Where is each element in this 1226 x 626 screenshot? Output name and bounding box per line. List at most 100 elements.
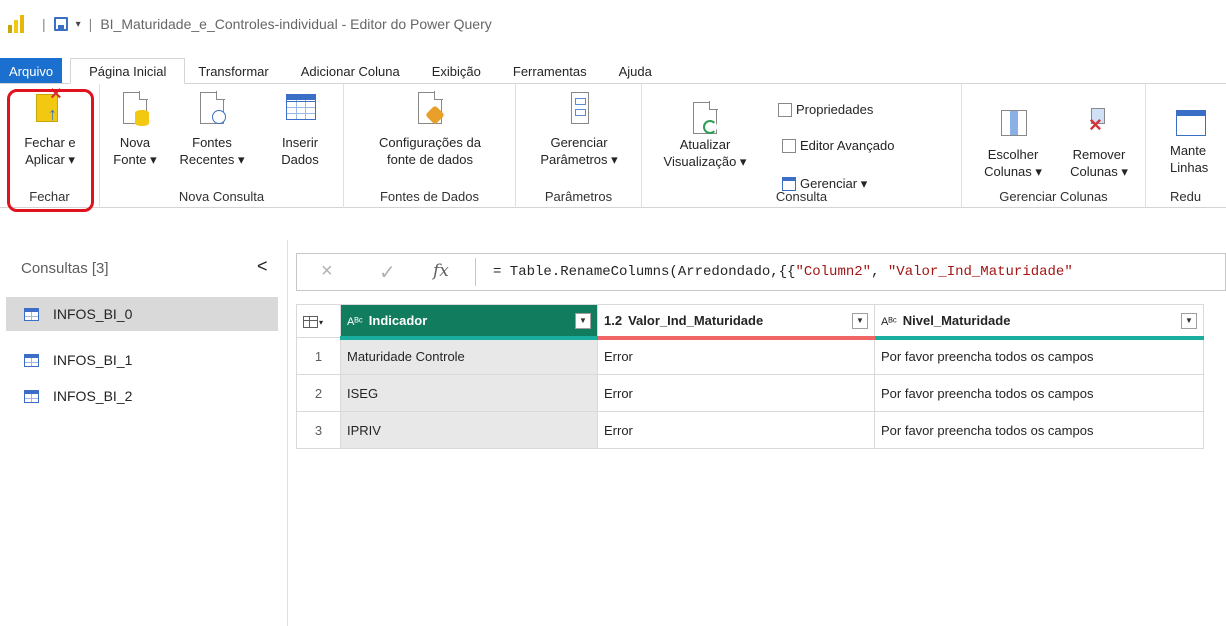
database-icon — [135, 110, 149, 126]
properties-icon — [778, 102, 792, 117]
column-header-valor[interactable]: 1.2 Valor_Ind_Maturidade ▼ — [597, 304, 875, 340]
recent-sources-label-1: Fontes — [192, 135, 232, 150]
column-header-label: Indicador — [368, 312, 428, 328]
formula-bar: × ✓ fx = Table.RenameColumns(Arredondado… — [296, 253, 1226, 291]
refresh-preview-label-2: Visualização ▾ — [663, 154, 747, 169]
recent-sources-button[interactable]: Fontes Recentes ▾ — [170, 88, 254, 168]
remove-columns-button[interactable]: × Remover Colunas ▾ — [1058, 102, 1140, 180]
chevron-down-icon: ▾ — [319, 317, 324, 327]
cell-nivel[interactable]: Por favor preencha todos os campos — [874, 411, 1204, 449]
cell-valor[interactable]: Error — [597, 337, 875, 375]
decimal-type-icon[interactable]: 1.2 — [604, 313, 622, 328]
tab-exibicao[interactable]: Exibição — [419, 58, 494, 84]
new-source-button[interactable]: Nova Fonte ▾ — [112, 88, 158, 168]
tab-arquivo[interactable]: Arquivo — [0, 58, 63, 84]
advanced-editor-label: Editor Avançado — [800, 138, 895, 153]
query-item-infos-bi-1[interactable]: INFOS_BI_1 — [6, 343, 278, 377]
tab-transformar[interactable]: Transformar — [185, 58, 281, 84]
table-menu-button[interactable]: ▾ — [296, 304, 341, 338]
title-separator-2: | — [88, 16, 93, 32]
queries-header: Consultas [3] — [21, 260, 109, 277]
tab-ajuda[interactable]: Ajuda — [606, 58, 665, 84]
row-number[interactable]: 2 — [296, 374, 341, 412]
enter-data-label-1: Inserir — [281, 135, 319, 150]
group-label-fontes-de-dados: Fontes de Dados — [379, 189, 479, 204]
column-header-label: Valor_Ind_Maturidade — [628, 312, 764, 328]
filter-dropdown-icon[interactable]: ▼ — [575, 313, 591, 329]
choose-columns-label-1: Escolher — [987, 147, 1039, 162]
table-row: 1 Maturidade Controle Error Por favor pr… — [296, 337, 1204, 375]
advanced-editor-button[interactable]: Editor Avançado — [782, 138, 894, 153]
row-number[interactable]: 3 — [296, 411, 341, 449]
column-header-indicador[interactable]: Aᴮᶜ Indicador ▼ — [340, 304, 598, 340]
cell-nivel[interactable]: Por favor preencha todos os campos — [874, 337, 1204, 375]
menu-bar: Arquivo Página Inicial Transformar Adici… — [0, 58, 1226, 84]
collapse-pane-button[interactable]: < — [257, 256, 268, 277]
group-parametros: Gerenciar Parâmetros ▾ Parâmetros — [516, 84, 642, 208]
text-type-icon[interactable]: Aᴮᶜ — [881, 316, 897, 328]
close-icon: × — [1089, 112, 1102, 137]
group-label-nova-consulta: Nova Consulta — [178, 189, 265, 204]
remove-columns-label-1: Remover — [1072, 147, 1126, 162]
new-source-label-1: Nova — [119, 135, 151, 150]
table-row: 2 ISEG Error Por favor preencha todos os… — [296, 374, 1204, 412]
parameters-icon — [571, 92, 589, 124]
properties-button[interactable]: Propriedades — [778, 102, 873, 117]
formula-input[interactable]: = Table.RenameColumns(Arredondado,{{"Col… — [493, 264, 1073, 280]
remove-columns-label-2: Colunas ▾ — [1070, 164, 1128, 179]
tab-ferramentas[interactable]: Ferramentas — [494, 58, 606, 84]
text-type-icon[interactable]: Aᴮᶜ — [347, 316, 363, 328]
enter-data-label-2: Dados — [281, 152, 319, 167]
window-title: BI_Maturidade_e_Controles-individual - E… — [100, 16, 492, 32]
query-item-infos-bi-0[interactable]: INFOS_BI_0 — [6, 297, 278, 331]
refresh-preview-button[interactable]: Atualizar Visualização ▾ — [654, 98, 756, 170]
cell-nivel[interactable]: Por favor preencha todos os campos — [874, 374, 1204, 412]
keep-rows-label-1: Mante — [1170, 143, 1207, 158]
clock-icon — [212, 110, 226, 124]
manage-parameters-label-2: Parâmetros ▾ — [540, 152, 618, 167]
data-grid: ▾ Aᴮᶜ Indicador ▼ 1.2 Valor_Ind_Maturidade… — [296, 304, 1204, 449]
cell-indicador[interactable]: Maturidade Controle — [340, 337, 598, 375]
row-number[interactable]: 1 — [296, 337, 341, 375]
keep-rows-button[interactable]: Mante Linhas — [1170, 102, 1226, 176]
confirm-formula-button[interactable]: ✓ — [379, 260, 396, 285]
table-icon — [303, 316, 318, 329]
cell-valor[interactable]: Error — [597, 374, 875, 412]
group-nova-consulta: Nova Fonte ▾ Fontes Recentes ▾ Inserir D… — [100, 84, 344, 208]
query-item-infos-bi-2[interactable]: INFOS_BI_2 — [6, 379, 278, 413]
choose-columns-button[interactable]: Escolher Colunas ▾ — [972, 102, 1054, 180]
refresh-icon — [703, 120, 717, 134]
recent-sources-label-2: Recentes ▾ — [179, 152, 245, 167]
quick-access-dropdown-icon[interactable]: ▾ — [76, 19, 81, 30]
choose-columns-icon — [1001, 110, 1027, 136]
fx-icon[interactable]: fx — [433, 261, 449, 281]
choose-columns-label-2: Colunas ▾ — [984, 164, 1042, 179]
table-icon — [24, 389, 39, 403]
cell-indicador[interactable]: IPRIV — [340, 411, 598, 449]
tab-adicionar-coluna[interactable]: Adicionar Coluna — [282, 58, 419, 84]
table-row: 3 IPRIV Error Por favor preencha todos o… — [296, 411, 1204, 449]
filter-dropdown-icon[interactable]: ▼ — [1181, 313, 1197, 329]
query-item-label: INFOS_BI_2 — [53, 388, 133, 404]
ribbon: × ↑ Fechar e Aplicar ▾ Fechar Nova Fonte … — [0, 83, 1226, 208]
cell-indicador[interactable]: ISEG — [340, 374, 598, 412]
power-bi-logo-icon — [8, 15, 24, 33]
tab-pagina-inicial[interactable]: Página Inicial — [70, 58, 186, 84]
filter-dropdown-icon[interactable]: ▼ — [852, 313, 868, 329]
enter-data-button[interactable]: Inserir Dados — [270, 88, 330, 168]
manage-parameters-button[interactable]: Gerenciar Parâmetros ▾ — [526, 88, 632, 168]
group-label-gerenciar-colunas: Gerenciar Colunas — [999, 189, 1108, 204]
cancel-formula-button[interactable]: × — [321, 260, 333, 283]
column-header-nivel[interactable]: Aᴮᶜ Nivel_Maturidade ▼ — [874, 304, 1204, 340]
cell-valor[interactable]: Error — [597, 411, 875, 449]
column-header-label: Nivel_Maturidade — [902, 312, 1011, 328]
save-icon[interactable] — [53, 17, 68, 31]
formula-string-1: "Column2" — [795, 264, 872, 280]
data-source-settings-button[interactable]: Configurações da fonte de dados — [352, 88, 508, 168]
refresh-preview-label-1: Atualizar — [679, 137, 731, 152]
manage-parameters-label-1: Gerenciar — [550, 135, 608, 150]
table-icon — [24, 353, 39, 367]
properties-label: Propriedades — [796, 102, 874, 117]
group-label-consulta: Consulta — [775, 189, 828, 204]
formula-prefix: = Table.RenameColumns(Arredondado,{{ — [493, 264, 796, 280]
